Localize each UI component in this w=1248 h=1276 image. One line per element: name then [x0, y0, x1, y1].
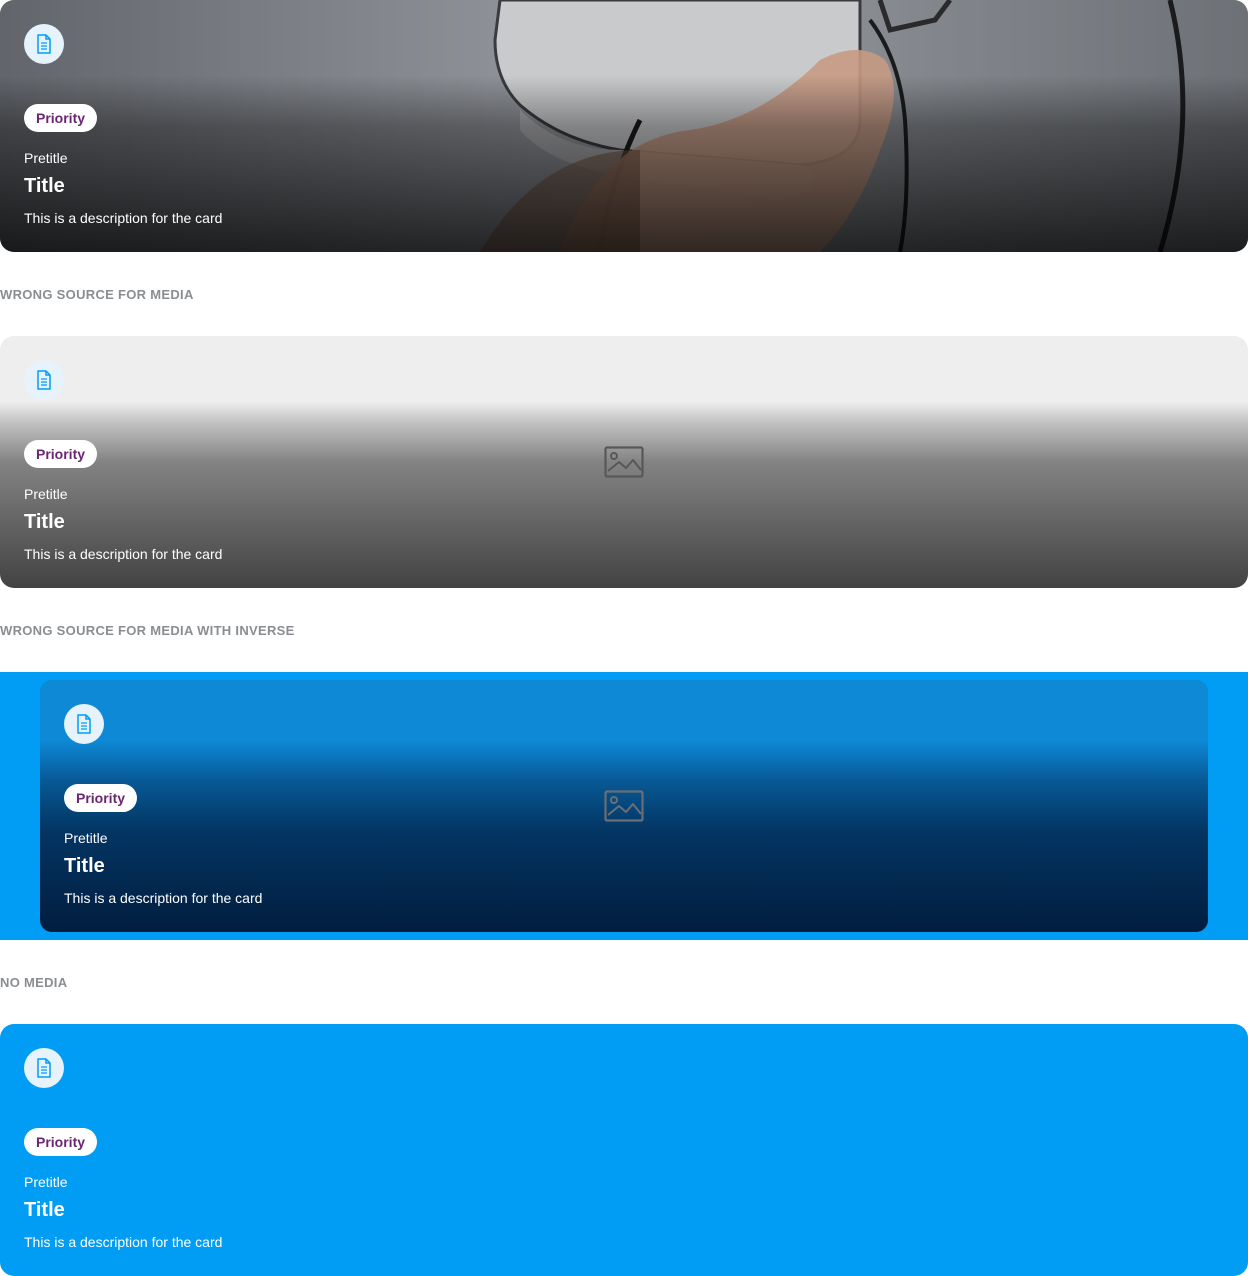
card-no-media[interactable]: Priority Pretitle Title This is a descri… [0, 1024, 1248, 1276]
card-pretitle: Pretitle [64, 830, 108, 846]
card-wrong-source[interactable]: Priority Pretitle Title This is a descri… [0, 336, 1248, 588]
card-pretitle: Pretitle [24, 150, 68, 166]
card-description: This is a description for the card [64, 890, 263, 906]
document-icon [77, 714, 91, 734]
card-description: This is a description for the card [24, 546, 223, 562]
card-description: This is a description for the card [24, 1234, 223, 1250]
document-icon [37, 34, 51, 54]
priority-badge: Priority [24, 440, 98, 468]
card-title: Title [24, 175, 65, 197]
section-label-wrong-source-inverse: WRONG SOURCE FOR MEDIA WITH INVERSE [0, 623, 295, 638]
card-wrong-source-inverse[interactable]: Priority Pretitle Title This is a descri… [40, 680, 1208, 932]
image-placeholder-icon [604, 790, 644, 822]
card-pretitle: Pretitle [24, 486, 68, 502]
document-icon-container [24, 360, 64, 400]
card-description: This is a description for the card [24, 210, 223, 226]
priority-badge: Priority [64, 784, 138, 812]
priority-badge: Priority [24, 1128, 98, 1156]
document-icon-container [24, 1048, 64, 1088]
card-title: Title [24, 511, 65, 533]
image-placeholder-icon [604, 446, 644, 478]
section-label-wrong-source: WRONG SOURCE FOR MEDIA [0, 287, 194, 302]
priority-badge: Priority [24, 104, 98, 132]
section-label-no-media: NO MEDIA [0, 975, 68, 990]
document-icon-container [24, 24, 64, 64]
card-with-media[interactable]: Priority Pretitle Title This is a descri… [0, 0, 1248, 252]
document-icon-container [64, 704, 104, 744]
card-title: Title [24, 1199, 65, 1221]
document-icon [37, 370, 51, 390]
card-pretitle: Pretitle [24, 1174, 68, 1190]
document-icon [37, 1058, 51, 1078]
card-title: Title [64, 855, 105, 877]
